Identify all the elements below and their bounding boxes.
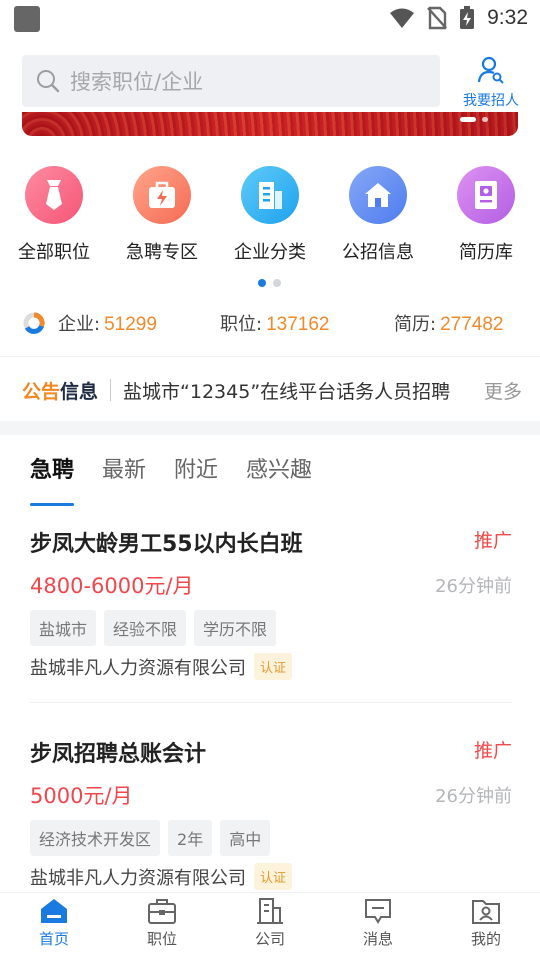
notice-tag-a: 公告 <box>22 380 61 403</box>
app-notification-icon <box>14 6 40 32</box>
clock: 9:32 <box>487 6 528 29</box>
stat-company-label: 企业: <box>58 314 101 335</box>
resume-icon <box>457 166 515 224</box>
recruiter-icon <box>477 56 504 84</box>
company-name: 盐城非凡人力资源有限公司 <box>30 867 246 889</box>
job-salary: 4800-6000元/月 <box>30 574 194 598</box>
stat-jobs-label: 职位: <box>220 314 263 335</box>
nav-label: 消息 <box>362 930 393 948</box>
job-company: 盐城非凡人力资源有限公司 认证 <box>30 863 293 890</box>
divider <box>30 702 512 703</box>
nav-label: 我的 <box>470 930 501 948</box>
job-tag: 学历不限 <box>194 610 277 646</box>
banner-carousel[interactable] <box>22 112 518 136</box>
profile-folder-icon <box>472 900 500 924</box>
promo-badge: 推广 <box>473 530 512 552</box>
stat-resumes-label: 简历: <box>394 314 437 335</box>
nav-jobs[interactable]: 职位 <box>108 893 216 960</box>
briefcase-icon <box>148 899 176 924</box>
job-tabs: 急聘 最新 附近 感兴趣 <box>30 452 312 506</box>
tab-urgent[interactable]: 急聘 <box>30 452 75 506</box>
category-label: 简历库 <box>459 242 513 263</box>
job-salary: 5000元/月 <box>30 784 133 808</box>
job-time: 26分钟前 <box>435 576 512 597</box>
job-title: 步凤招聘总账会计 <box>30 742 207 767</box>
stat-jobs: 职位: 137162 <box>220 310 394 336</box>
promo-badge: 推广 <box>473 740 512 762</box>
status-icons: 9:32 <box>389 4 528 32</box>
wifi-icon <box>390 8 415 28</box>
message-icon <box>365 899 391 924</box>
ring-chart-icon <box>23 312 45 334</box>
search-placeholder: 搜索职位/企业 <box>70 70 204 94</box>
urgent-bag-icon <box>133 166 191 224</box>
notice-separator <box>110 379 112 401</box>
category-label: 全部职位 <box>18 242 90 263</box>
company-icon <box>257 898 283 924</box>
category-public-recruit[interactable]: 公招信息 <box>324 166 432 264</box>
category-grid: 全部职位 急聘专区 企业分类 公招信息 简历库 <box>0 166 540 264</box>
stat-resumes-value: 277482 <box>440 314 504 335</box>
nav-label: 首页 <box>38 930 69 948</box>
pager-dot-active <box>258 279 266 287</box>
nav-label: 职位 <box>146 930 177 948</box>
tab-nearby[interactable]: 附近 <box>174 452 218 494</box>
cert-badge: 认证 <box>254 653 293 680</box>
job-tag: 盐城市 <box>30 610 97 646</box>
category-company[interactable]: 企业分类 <box>216 166 324 264</box>
tie-icon <box>25 166 83 224</box>
job-tag: 经济技术开发区 <box>30 820 161 856</box>
nav-mine[interactable]: 我的 <box>432 893 540 960</box>
notice-tag-b: 信息 <box>60 380 99 403</box>
section-gap <box>0 421 540 435</box>
cert-badge: 认证 <box>254 863 293 890</box>
notice-bar[interactable]: 公告信息 盐城市“12345”在线平台话务人员招聘 更多 <box>22 372 522 408</box>
home-icon <box>349 166 407 224</box>
nav-messages[interactable]: 消息 <box>324 893 432 960</box>
job-time: 26分钟前 <box>435 786 512 807</box>
category-label: 急聘专区 <box>126 242 198 263</box>
category-pager <box>258 279 281 287</box>
tab-interested[interactable]: 感兴趣 <box>246 452 312 494</box>
job-tags: 盐城市 经验不限 学历不限 <box>30 610 277 646</box>
category-label: 公招信息 <box>342 242 414 263</box>
search-icon <box>37 70 60 93</box>
job-tags: 经济技术开发区 2年 高中 <box>30 820 271 856</box>
search-input[interactable]: 搜索职位/企业 <box>22 55 440 107</box>
category-urgent[interactable]: 急聘专区 <box>108 166 216 264</box>
category-resume[interactable]: 简历库 <box>432 166 540 264</box>
recruit-button[interactable]: 我要招人 <box>456 56 526 109</box>
job-tag: 高中 <box>220 820 271 856</box>
pager-dot <box>273 279 281 287</box>
battery-charging-icon <box>460 6 475 29</box>
job-company: 盐城非凡人力资源有限公司 认证 <box>30 653 293 680</box>
job-tag: 2年 <box>168 820 213 856</box>
stat-resumes: 简历: 277482 <box>394 310 503 336</box>
stat-jobs-value: 137162 <box>266 314 330 335</box>
company-name: 盐城非凡人力资源有限公司 <box>30 657 246 679</box>
banner-indicator <box>482 117 488 122</box>
divider <box>0 356 540 357</box>
category-all-jobs[interactable]: 全部职位 <box>0 166 108 264</box>
notice-text[interactable]: 盐城市“12345”在线平台话务人员招聘 <box>123 377 474 404</box>
bottom-nav: 首页 职位 公司 消息 我的 <box>0 892 540 960</box>
notice-tag: 公告信息 <box>22 377 98 404</box>
home-nav-icon <box>41 899 67 923</box>
stats-bar: 企业: 51299 职位: 137162 简历: 277482 <box>22 308 522 338</box>
status-bar: 9:32 <box>0 0 540 36</box>
tab-latest[interactable]: 最新 <box>102 452 146 494</box>
stat-company-value: 51299 <box>104 314 157 335</box>
building-icon <box>241 166 299 224</box>
job-title: 步凤大龄男工55以内长白班 <box>30 532 303 557</box>
notice-more-link[interactable]: 更多 <box>484 377 522 404</box>
no-sim-icon <box>427 6 448 30</box>
nav-label: 公司 <box>254 930 285 948</box>
nav-home[interactable]: 首页 <box>0 893 108 960</box>
banner-indicator-active <box>460 117 476 122</box>
nav-company[interactable]: 公司 <box>216 893 324 960</box>
stat-company: 企业: 51299 <box>58 310 220 336</box>
recruit-label: 我要招人 <box>463 93 519 109</box>
category-label: 企业分类 <box>234 242 306 263</box>
job-tag: 经验不限 <box>104 610 187 646</box>
